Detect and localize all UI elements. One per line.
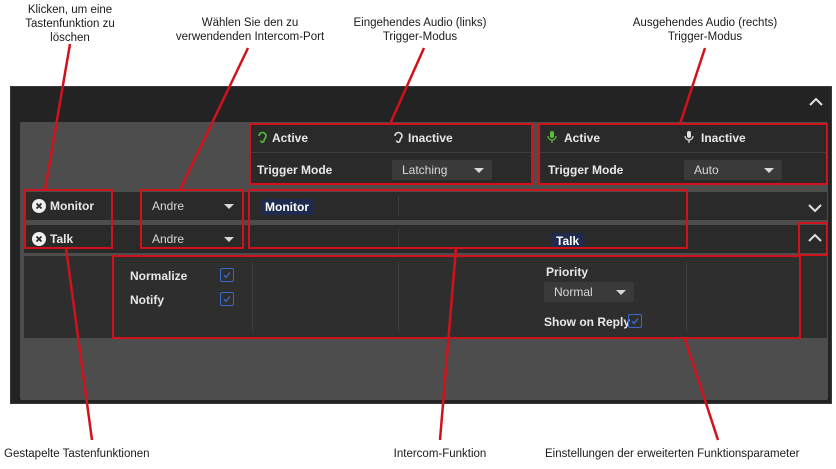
annotation-leader-lines [43,43,720,441]
